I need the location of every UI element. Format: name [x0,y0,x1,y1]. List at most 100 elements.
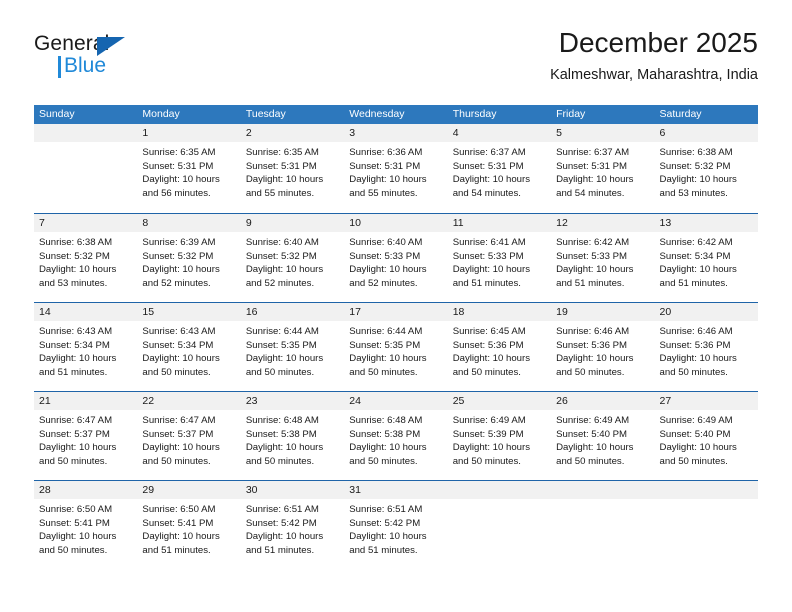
daylight-text: and 50 minutes. [245,455,315,467]
calendar-day-cell[interactable]: 24 Sunrise: 6:48 AM Sunset: 5:38 PM Dayligh… [344,392,448,480]
daylight-text: and 51 minutes. [659,277,728,289]
calendar-day-cell[interactable]: 30 Sunrise: 6:51 AM Sunset: 5:42 PM Dayligh… [240,481,345,569]
calendar-day-cell[interactable]: 27 Sunrise: 6:49 AM Sunset: 5:40 PM Dayligh… [654,392,758,480]
calendar-day-cell[interactable]: 7 Sunrise: 6:38 AM Sunset: 5:32 PM Daylight… [34,214,138,302]
day-number: 27 [654,392,758,410]
weekday-header-tuesday: Tuesday [245,108,286,120]
sunrise-text: Sunrise: 6:50 AM [142,504,216,515]
daylight-text: and 51 minutes. [556,277,625,289]
calendar-day-cell[interactable]: 2 Sunrise: 6:35 AM Sunset: 5:31 PM Daylight… [240,124,345,213]
day-details: Sunrise: 6:44 AM Sunset: 5:35 PM Daylight:… [241,321,344,379]
daylight-text: Daylight: 10 hours [39,531,117,543]
calendar-week-row: 28 Sunrise: 6:50 AM Sunset: 5:41 PM Dayligh… [34,480,758,569]
sunset-text: Sunset: 5:39 PM [452,428,524,440]
calendar-day-cell[interactable]: 9 Sunrise: 6:40 AM Sunset: 5:32 PM Daylight… [240,214,345,302]
calendar-day-cell[interactable]: 3 Sunrise: 6:36 AM Sunset: 5:31 PM Daylight… [344,124,448,213]
daylight-text: Daylight: 10 hours [349,353,427,365]
sunset-text: Sunset: 5:35 PM [245,339,317,351]
daylight-text: Daylight: 10 hours [452,174,531,186]
daylight-text: and 51 minutes. [142,544,211,556]
day-details: Sunrise: 6:48 AM Sunset: 5:38 PM Daylight:… [344,410,447,468]
title-block: December 2025 Kalmeshwar, Maharashtra, I… [550,26,758,85]
sunrise-text: Sunrise: 6:42 AM [556,237,630,248]
daylight-text: Daylight: 10 hours [659,264,737,276]
calendar-day-cell[interactable]: 13 Sunrise: 6:42 AM Sunset: 5:34 PM Dayligh… [654,214,758,302]
weekday-header-monday: Monday [142,108,180,120]
calendar-day-cell[interactable]: 17 Sunrise: 6:44 AM Sunset: 5:35 PM Dayligh… [344,303,448,391]
daylight-text: Daylight: 10 hours [556,353,634,365]
calendar-day-cell[interactable]: 31 Sunrise: 6:51 AM Sunset: 5:42 PM Dayligh… [344,481,448,569]
day-details: Sunrise: 6:46 AM Sunset: 5:36 PM Daylight:… [551,321,654,379]
daylight-text: Daylight: 10 hours [452,442,531,454]
day-details: Sunrise: 6:43 AM Sunset: 5:34 PM Daylight:… [34,321,137,379]
weekday-header-wednesday: Wednesday [349,108,405,120]
day-details: Sunrise: 6:35 AM Sunset: 5:31 PM Daylight:… [137,142,240,200]
calendar-day-cell[interactable]: 29 Sunrise: 6:50 AM Sunset: 5:41 PM Dayligh… [137,481,241,569]
daylight-text: and 51 minutes. [245,544,315,556]
day-number: 1 [137,124,241,142]
calendar-day-cell[interactable]: 4 Sunrise: 6:37 AM Sunset: 5:31 PM Daylight… [447,124,552,213]
day-details: Sunrise: 6:35 AM Sunset: 5:31 PM Daylight:… [241,142,344,200]
daylight-text: Daylight: 10 hours [245,174,324,186]
daylight-text: Daylight: 10 hours [556,264,634,276]
sunset-text: Sunset: 5:31 PM [452,160,524,172]
calendar-day-cell[interactable]: 8 Sunrise: 6:39 AM Sunset: 5:32 PM Daylight… [137,214,241,302]
calendar-day-cell[interactable]: 5 Sunrise: 6:37 AM Sunset: 5:31 PM Daylight… [551,124,655,213]
day-details: Sunrise: 6:46 AM Sunset: 5:36 PM Daylight:… [655,321,758,379]
day-details: Sunrise: 6:45 AM Sunset: 5:36 PM Daylight:… [448,321,551,379]
calendar-day-cell[interactable]: 26 Sunrise: 6:49 AM Sunset: 5:40 PM Dayligh… [551,392,655,480]
day-details: Sunrise: 6:40 AM Sunset: 5:32 PM Daylight:… [241,232,344,290]
page-subtitle: Kalmeshwar, Maharashtra, India [550,67,758,83]
daylight-text: Daylight: 10 hours [659,353,737,365]
calendar-day-cell[interactable]: 18 Sunrise: 6:45 AM Sunset: 5:36 PM Dayligh… [447,303,552,391]
sunset-text: Sunset: 5:33 PM [556,250,628,262]
sunrise-text: Sunrise: 6:46 AM [556,326,630,337]
calendar-day-cell[interactable]: 23 Sunrise: 6:48 AM Sunset: 5:38 PM Dayligh… [240,392,345,480]
calendar-day-cell[interactable]: 19 Sunrise: 6:46 AM Sunset: 5:36 PM Dayligh… [551,303,655,391]
sunrise-text: Sunrise: 6:44 AM [349,326,423,337]
calendar-day-cell[interactable]: 28 Sunrise: 6:50 AM Sunset: 5:41 PM Dayligh… [34,481,138,569]
calendar-day-cell[interactable]: 21 Sunrise: 6:47 AM Sunset: 5:37 PM Dayligh… [34,392,138,480]
calendar-grid: Sunday Monday Tuesday Wednesday Thursday Frid… [34,105,758,569]
day-number: 2 [240,124,345,142]
sunset-text: Sunset: 5:41 PM [142,517,214,529]
sunrise-text: Sunrise: 6:41 AM [452,237,526,248]
daylight-text: Daylight: 10 hours [245,442,324,454]
sunset-text: Sunset: 5:34 PM [659,250,731,262]
calendar-day-cell[interactable]: 1 Sunrise: 6:35 AM Sunset: 5:31 PM Daylight… [137,124,241,213]
sunset-text: Sunset: 5:32 PM [245,250,317,262]
daylight-text: and 50 minutes. [659,366,728,378]
calendar-day-cell[interactable]: 25 Sunrise: 6:49 AM Sunset: 5:39 PM Dayligh… [447,392,552,480]
daylight-text: Daylight: 10 hours [142,264,220,276]
day-number: 17 [344,303,448,321]
weekday-header-row: Sunday Monday Tuesday Wednesday Thursday Frid… [34,105,758,124]
calendar-day-cell[interactable]: 10 Sunrise: 6:40 AM Sunset: 5:33 PM Dayligh… [344,214,448,302]
sunset-text: Sunset: 5:32 PM [39,250,110,262]
sunrise-text: Sunrise: 6:37 AM [452,147,526,158]
sunrise-text: Sunrise: 6:48 AM [245,415,319,426]
calendar-day-cell[interactable]: 16 Sunrise: 6:44 AM Sunset: 5:35 PM Dayligh… [240,303,345,391]
daylight-text: and 54 minutes. [452,187,521,199]
sunset-text: Sunset: 5:40 PM [659,428,731,440]
calendar-day-cell[interactable]: 12 Sunrise: 6:42 AM Sunset: 5:33 PM Dayligh… [551,214,655,302]
day-details: Sunrise: 6:42 AM Sunset: 5:34 PM Daylight:… [655,232,758,290]
calendar-day-cell[interactable]: 22 Sunrise: 6:47 AM Sunset: 5:37 PM Dayligh… [137,392,241,480]
calendar-day-cell[interactable]: 11 Sunrise: 6:41 AM Sunset: 5:33 PM Dayligh… [447,214,552,302]
calendar-day-cell[interactable]: 14 Sunrise: 6:43 AM Sunset: 5:34 PM Dayligh… [34,303,138,391]
daylight-text: Daylight: 10 hours [452,264,531,276]
daylight-text: Daylight: 10 hours [349,531,427,543]
day-number: 14 [34,303,138,321]
sunrise-text: Sunrise: 6:51 AM [349,504,423,515]
daylight-text: and 51 minutes. [452,277,521,289]
daylight-text: and 55 minutes. [245,187,315,199]
daylight-text: Daylight: 10 hours [556,174,634,186]
day-details: Sunrise: 6:49 AM Sunset: 5:40 PM Daylight:… [551,410,654,468]
sunset-text: Sunset: 5:34 PM [142,339,214,351]
calendar-day-cell[interactable]: 20 Sunrise: 6:46 AM Sunset: 5:36 PM Dayligh… [654,303,758,391]
general-blue-logo[interactable]: General Blue [34,32,154,84]
weekday-header-thursday: Thursday [452,108,497,120]
day-number: 29 [137,481,241,499]
sunset-text: Sunset: 5:37 PM [39,428,110,440]
calendar-day-cell[interactable]: 6 Sunrise: 6:38 AM Sunset: 5:32 PM Daylight… [654,124,758,213]
calendar-day-cell[interactable]: 15 Sunrise: 6:43 AM Sunset: 5:34 PM Dayligh… [137,303,241,391]
